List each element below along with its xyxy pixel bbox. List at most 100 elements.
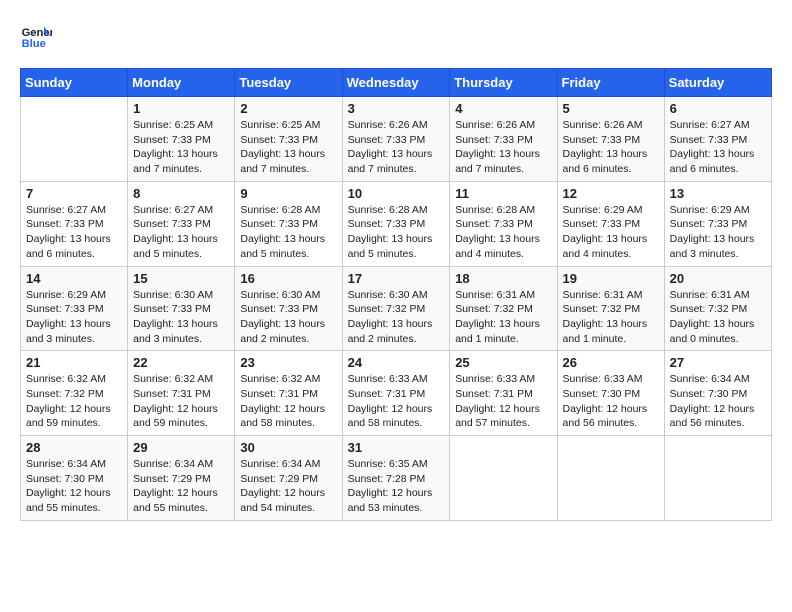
day-number: 1 bbox=[133, 101, 229, 116]
day-number: 4 bbox=[455, 101, 551, 116]
day-info: Sunrise: 6:25 AM Sunset: 7:33 PM Dayligh… bbox=[240, 118, 336, 177]
day-info: Sunrise: 6:26 AM Sunset: 7:33 PM Dayligh… bbox=[563, 118, 659, 177]
day-info: Sunrise: 6:29 AM Sunset: 7:33 PM Dayligh… bbox=[670, 203, 766, 262]
day-number: 29 bbox=[133, 440, 229, 455]
day-info: Sunrise: 6:26 AM Sunset: 7:33 PM Dayligh… bbox=[348, 118, 445, 177]
day-number: 2 bbox=[240, 101, 336, 116]
calendar-cell bbox=[21, 97, 128, 182]
day-number: 28 bbox=[26, 440, 122, 455]
day-number: 10 bbox=[348, 186, 445, 201]
day-info: Sunrise: 6:31 AM Sunset: 7:32 PM Dayligh… bbox=[455, 288, 551, 347]
day-info: Sunrise: 6:34 AM Sunset: 7:30 PM Dayligh… bbox=[670, 372, 766, 431]
weekday-header: Tuesday bbox=[235, 69, 342, 97]
day-info: Sunrise: 6:33 AM Sunset: 7:31 PM Dayligh… bbox=[348, 372, 445, 431]
day-number: 7 bbox=[26, 186, 122, 201]
calendar-cell: 12Sunrise: 6:29 AM Sunset: 7:33 PM Dayli… bbox=[557, 181, 664, 266]
day-info: Sunrise: 6:33 AM Sunset: 7:31 PM Dayligh… bbox=[455, 372, 551, 431]
calendar-cell: 8 Sunrise: 6:27 AM Sunset: 7:33 PM Daylig… bbox=[128, 181, 235, 266]
day-number: 26 bbox=[563, 355, 659, 370]
calendar-cell: 3 Sunrise: 6:26 AM Sunset: 7:33 PM Daylig… bbox=[342, 97, 450, 182]
calendar-cell: 19 Sunrise: 6:31 AM Sunset: 7:32 PM Dayli… bbox=[557, 266, 664, 351]
day-number: 13 bbox=[670, 186, 766, 201]
calendar-cell: 14 Sunrise: 6:29 AM Sunset: 7:33 PM Dayli… bbox=[21, 266, 128, 351]
calendar-cell bbox=[557, 436, 664, 521]
day-info: Sunrise: 6:34 AM Sunset: 7:29 PM Dayligh… bbox=[133, 457, 229, 516]
page-header: General Blue bbox=[20, 20, 772, 52]
day-number: 20 bbox=[670, 271, 766, 286]
day-info: Sunrise: 6:27 AM Sunset: 7:33 PM Dayligh… bbox=[133, 203, 229, 262]
calendar-cell: 23 Sunrise: 6:32 AM Sunset: 7:31 PM Dayli… bbox=[235, 351, 342, 436]
day-number: 3 bbox=[348, 101, 445, 116]
day-number: 30 bbox=[240, 440, 336, 455]
day-info: Sunrise: 6:26 AM Sunset: 7:33 PM Dayligh… bbox=[455, 118, 551, 177]
calendar-cell: 26 Sunrise: 6:33 AM Sunset: 7:30 PM Dayli… bbox=[557, 351, 664, 436]
day-number: 22 bbox=[133, 355, 229, 370]
day-number: 24 bbox=[348, 355, 445, 370]
day-info: Sunrise: 6:30 AM Sunset: 7:33 PM Dayligh… bbox=[133, 288, 229, 347]
day-info: Sunrise: 6:28 AM Sunset: 7:33 PM Dayligh… bbox=[348, 203, 445, 262]
calendar-cell: 28 Sunrise: 6:34 AM Sunset: 7:30 PM Dayli… bbox=[21, 436, 128, 521]
day-number: 12 bbox=[563, 186, 659, 201]
day-info: Sunrise: 6:34 AM Sunset: 7:29 PM Dayligh… bbox=[240, 457, 336, 516]
calendar-cell: 2 Sunrise: 6:25 AM Sunset: 7:33 PM Daylig… bbox=[235, 97, 342, 182]
calendar-cell: 4 Sunrise: 6:26 AM Sunset: 7:33 PM Daylig… bbox=[450, 97, 557, 182]
calendar-cell bbox=[664, 436, 771, 521]
weekday-header: Wednesday bbox=[342, 69, 450, 97]
day-info: Sunrise: 6:33 AM Sunset: 7:30 PM Dayligh… bbox=[563, 372, 659, 431]
day-number: 31 bbox=[348, 440, 445, 455]
day-info: Sunrise: 6:31 AM Sunset: 7:32 PM Dayligh… bbox=[563, 288, 659, 347]
weekday-header: Thursday bbox=[450, 69, 557, 97]
day-info: Sunrise: 6:29 AM Sunset: 7:33 PM Dayligh… bbox=[26, 288, 122, 347]
calendar-cell: 16 Sunrise: 6:30 AM Sunset: 7:33 PM Dayli… bbox=[235, 266, 342, 351]
calendar-cell: 29 Sunrise: 6:34 AM Sunset: 7:29 PM Dayli… bbox=[128, 436, 235, 521]
day-number: 25 bbox=[455, 355, 551, 370]
weekday-header: Monday bbox=[128, 69, 235, 97]
day-number: 5 bbox=[563, 101, 659, 116]
day-number: 16 bbox=[240, 271, 336, 286]
day-info: Sunrise: 6:28 AM Sunset: 7:33 PM Dayligh… bbox=[240, 203, 336, 262]
calendar-cell: 17Sunrise: 6:30 AM Sunset: 7:32 PM Dayli… bbox=[342, 266, 450, 351]
calendar-cell: 20 Sunrise: 6:31 AM Sunset: 7:32 PM Dayli… bbox=[664, 266, 771, 351]
day-number: 9 bbox=[240, 186, 336, 201]
day-number: 14 bbox=[26, 271, 122, 286]
day-info: Sunrise: 6:31 AM Sunset: 7:32 PM Dayligh… bbox=[670, 288, 766, 347]
day-info: Sunrise: 6:34 AM Sunset: 7:30 PM Dayligh… bbox=[26, 457, 122, 516]
day-info: Sunrise: 6:32 AM Sunset: 7:31 PM Dayligh… bbox=[240, 372, 336, 431]
calendar-cell: 31 Sunrise: 6:35 AM Sunset: 7:28 PM Dayli… bbox=[342, 436, 450, 521]
day-info: Sunrise: 6:35 AM Sunset: 7:28 PM Dayligh… bbox=[348, 457, 445, 516]
calendar-cell: 27 Sunrise: 6:34 AM Sunset: 7:30 PM Dayli… bbox=[664, 351, 771, 436]
svg-text:Blue: Blue bbox=[22, 38, 46, 50]
calendar-cell: 25 Sunrise: 6:33 AM Sunset: 7:31 PM Dayli… bbox=[450, 351, 557, 436]
weekday-header: Sunday bbox=[21, 69, 128, 97]
calendar-cell: 18 Sunrise: 6:31 AM Sunset: 7:32 PM Dayli… bbox=[450, 266, 557, 351]
calendar-cell: 30 Sunrise: 6:34 AM Sunset: 7:29 PM Dayli… bbox=[235, 436, 342, 521]
calendar-cell: 5 Sunrise: 6:26 AM Sunset: 7:33 PM Daylig… bbox=[557, 97, 664, 182]
calendar-cell: 21 Sunrise: 6:32 AM Sunset: 7:32 PM Dayli… bbox=[21, 351, 128, 436]
calendar-cell: 7 Sunrise: 6:27 AM Sunset: 7:33 PM Daylig… bbox=[21, 181, 128, 266]
day-number: 27 bbox=[670, 355, 766, 370]
day-number: 8 bbox=[133, 186, 229, 201]
day-number: 18 bbox=[455, 271, 551, 286]
day-info: Sunrise: 6:27 AM Sunset: 7:33 PM Dayligh… bbox=[670, 118, 766, 177]
weekday-header: Friday bbox=[557, 69, 664, 97]
day-number: 19 bbox=[563, 271, 659, 286]
calendar-cell: 11 Sunrise: 6:28 AM Sunset: 7:33 PM Dayli… bbox=[450, 181, 557, 266]
calendar-header: SundayMondayTuesdayWednesdayThursdayFrid… bbox=[21, 69, 772, 97]
day-info: Sunrise: 6:32 AM Sunset: 7:32 PM Dayligh… bbox=[26, 372, 122, 431]
calendar-cell: 24 Sunrise: 6:33 AM Sunset: 7:31 PM Dayli… bbox=[342, 351, 450, 436]
weekday-header: Saturday bbox=[664, 69, 771, 97]
day-number: 6 bbox=[670, 101, 766, 116]
day-number: 15 bbox=[133, 271, 229, 286]
day-number: 21 bbox=[26, 355, 122, 370]
day-number: 23 bbox=[240, 355, 336, 370]
day-info: Sunrise: 6:30 AM Sunset: 7:32 PM Dayligh… bbox=[348, 288, 445, 347]
calendar-cell: 9 Sunrise: 6:28 AM Sunset: 7:33 PM Daylig… bbox=[235, 181, 342, 266]
calendar-cell: 13 Sunrise: 6:29 AM Sunset: 7:33 PM Dayli… bbox=[664, 181, 771, 266]
day-number: 11 bbox=[455, 186, 551, 201]
calendar-cell: 6 Sunrise: 6:27 AM Sunset: 7:33 PM Daylig… bbox=[664, 97, 771, 182]
day-info: Sunrise: 6:30 AM Sunset: 7:33 PM Dayligh… bbox=[240, 288, 336, 347]
day-info: Sunrise: 6:27 AM Sunset: 7:33 PM Dayligh… bbox=[26, 203, 122, 262]
logo-icon: General Blue bbox=[20, 20, 52, 52]
day-info: Sunrise: 6:28 AM Sunset: 7:33 PM Dayligh… bbox=[455, 203, 551, 262]
calendar-cell: 22Sunrise: 6:32 AM Sunset: 7:31 PM Dayli… bbox=[128, 351, 235, 436]
